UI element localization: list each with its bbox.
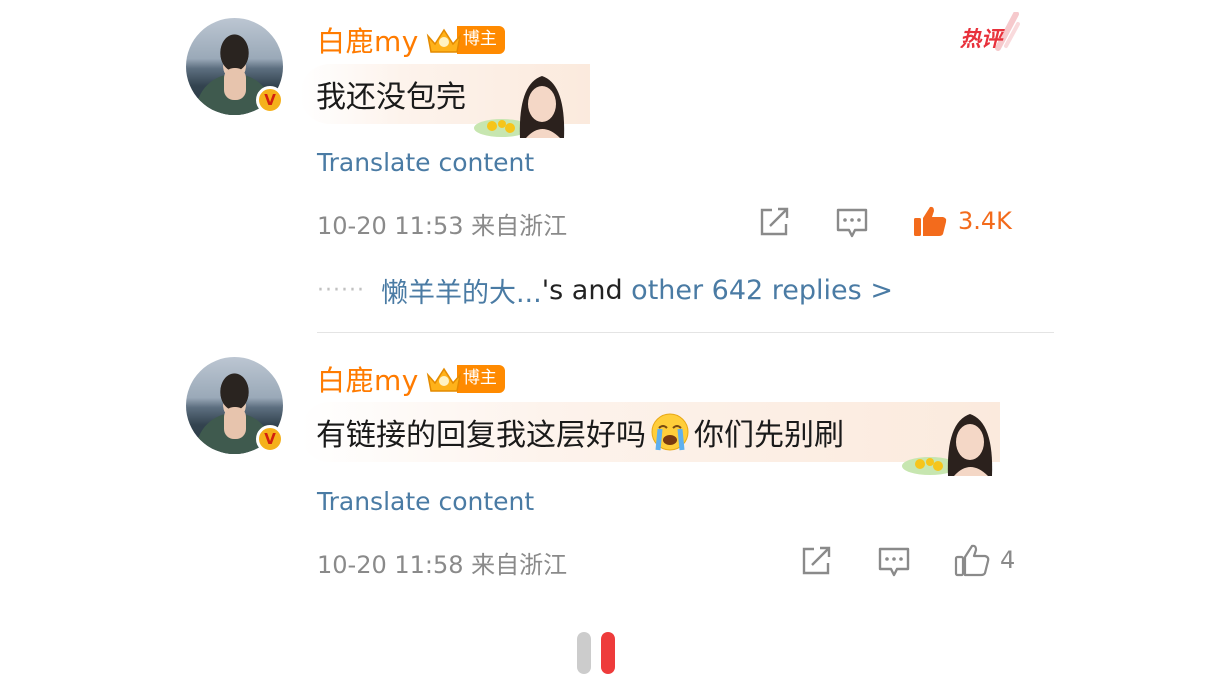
comment-bubble: 有链接的回复我这层好吗 你们先别刷 <box>300 402 1000 462</box>
portrait-sticker-icon <box>902 414 993 476</box>
like-count: 3.4K <box>958 207 1012 235</box>
like-button[interactable]: 4 <box>954 543 1015 577</box>
page-dot[interactable] <box>577 632 591 674</box>
comment-text-before: 有链接的回复我这层好吗 <box>316 418 646 453</box>
crown-icon <box>426 28 462 53</box>
translate-link[interactable]: Translate content <box>317 487 534 516</box>
page-indicator <box>577 632 615 674</box>
replies-middle-text: 's and <box>541 275 632 306</box>
comment-item: V 白鹿my 博主 热评 我还没包完 Translate content 10-… <box>0 0 1206 330</box>
role-badge: 博主 <box>456 26 505 54</box>
translate-link[interactable]: Translate content <box>317 148 534 177</box>
like-icon <box>914 206 947 236</box>
comment-text: 有链接的回复我这层好吗 你们先别刷 <box>300 410 844 454</box>
page-dot-active[interactable] <box>601 632 615 674</box>
comment-time: 10-20 11:58 来自浙江 <box>317 551 568 579</box>
crown-icon <box>426 367 462 392</box>
like-icon <box>954 544 990 577</box>
crying-face-emoji <box>651 413 689 451</box>
share-button[interactable] <box>800 546 832 576</box>
meta-row: 10-20 11:53 来自浙江 <box>317 206 567 241</box>
name-row: 白鹿my 博主 <box>317 359 505 399</box>
comment-icon <box>836 208 868 238</box>
share-icon <box>802 546 831 575</box>
reply-user-link[interactable]: 懒羊羊的大... <box>381 271 542 310</box>
comment-icon <box>878 547 910 577</box>
name-row: 白鹿my 博主 <box>317 20 505 60</box>
portrait-sticker-icon <box>474 76 565 138</box>
replies-summary-link[interactable]: ······ 懒羊羊的大... 's and other 642 replies… <box>317 271 893 310</box>
username[interactable]: 白鹿my <box>317 20 419 60</box>
comment-time: 10-20 11:53 来自浙江 <box>317 212 568 240</box>
like-count: 4 <box>1000 546 1016 574</box>
verified-badge-icon: V <box>256 425 284 453</box>
role-badge: 博主 <box>456 365 505 393</box>
comment-text-after: 你们先别刷 <box>694 418 844 453</box>
replies-dots: ······ <box>317 278 365 303</box>
username[interactable]: 白鹿my <box>317 359 419 399</box>
share-icon <box>760 207 789 236</box>
verified-badge-icon: V <box>256 86 284 114</box>
hot-comment-icon: 热评 <box>959 12 1020 51</box>
hot-badge-text: 热评 <box>959 27 1005 51</box>
like-button[interactable]: 3.4K <box>912 204 1012 238</box>
comment-button[interactable] <box>835 207 869 239</box>
divider <box>317 332 1054 333</box>
meta-row: 10-20 11:58 来自浙江 <box>317 545 567 580</box>
share-button[interactable] <box>758 207 790 237</box>
comment-text: 我还没包完 <box>316 80 466 115</box>
comment-item: V 白鹿my 博主 有链接的回复我这层好吗 你们先别刷 Translate co… <box>0 338 1206 638</box>
other-replies-link[interactable]: other 642 replies > <box>631 275 893 306</box>
comment-button[interactable] <box>877 546 911 578</box>
